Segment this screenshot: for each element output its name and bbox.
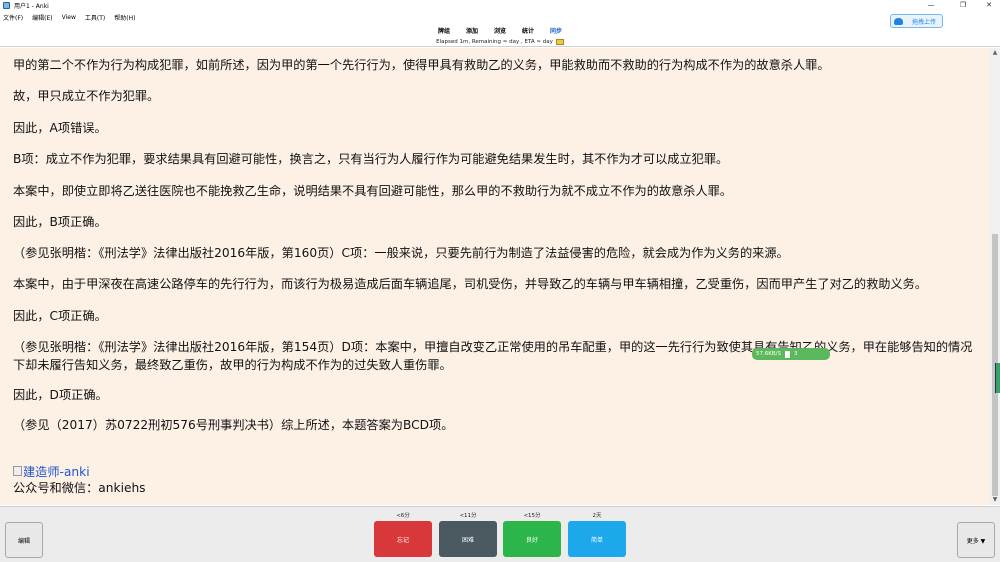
card-paragraph: B项：成立不作为犯罪，要求结果具有回避可能性，换言之，只有当行为人履行作为可能避… — [13, 152, 729, 166]
toolbar-sync[interactable]: 同步 — [550, 26, 562, 35]
card-paragraph: （参见张明楷：《刑法学》法律出版社2016年版，第154页）D项：本案中，甲擅自… — [13, 340, 973, 372]
count-text: 3 — [793, 351, 798, 357]
card-content: 甲的第二个不作为行为构成犯罪，如前所述，因为甲的第一个先行行为，使得甲具有救助乙… — [0, 48, 990, 505]
menu-edit[interactable]: 编辑(E) — [32, 13, 52, 22]
menu-view[interactable]: View — [62, 14, 76, 21]
speed-text: 57.6KB/S — [756, 351, 781, 357]
network-speed-overlay: 57.6KB/S 3 — [752, 348, 830, 360]
broken-image: 建造师-anki — [13, 462, 90, 480]
document-icon — [784, 350, 790, 358]
ease-easy: 2天 简单 — [568, 511, 626, 557]
more-button[interactable]: 更多 ▼ — [957, 522, 995, 558]
card-paragraph: （参见张明楷：《刑法学》法律出版社2016年版，第160页）C项：一般来说，只要… — [13, 246, 789, 260]
ease-interval: <15分 — [523, 513, 541, 519]
card-paragraph: 故，甲只成立不作为犯罪。 — [13, 89, 160, 103]
close-button[interactable]: ✕ — [978, 0, 1000, 11]
again-button[interactable]: 忘记 — [374, 521, 432, 557]
maximize-button[interactable]: ❐ — [952, 0, 974, 11]
menu-help[interactable]: 帮助(H) — [114, 13, 135, 22]
scroll-down-icon[interactable]: ▼ — [990, 495, 1000, 505]
menu-file[interactable]: 文件(F) — [3, 13, 23, 22]
ease-good: <15分 良好 — [503, 511, 561, 557]
toolbar-decks[interactable]: 牌组 — [438, 26, 450, 35]
image-alt-text: 建造师-anki — [23, 465, 90, 479]
toolbar-browse[interactable]: 浏览 — [494, 26, 506, 35]
edit-pencil-icon[interactable] — [555, 38, 564, 45]
answer-bar: 编辑 <6分 忘记 <11分 困难 <15分 良好 2天 简单 更多 ▼ — [0, 506, 1000, 562]
scroll-up-icon[interactable]: ▲ — [990, 48, 1000, 58]
ease-again: <6分 忘记 — [374, 511, 432, 557]
hard-button[interactable]: 困难 — [439, 521, 497, 557]
elapsed-eta-text: Elapsed 1m, Remaining ≈ day , ETA ≈ day — [436, 38, 553, 45]
easy-button[interactable]: 简单 — [568, 521, 626, 557]
card-footer: 公众号和微信：ankiehs — [13, 481, 146, 495]
review-status-line: Elapsed 1m, Remaining ≈ day , ETA ≈ day — [0, 37, 1000, 47]
card-paragraph: （参见（2017）苏0722刑初576号刑事判决书）综上所述，本题答案为BCD项… — [13, 418, 454, 432]
vertical-scrollbar[interactable]: ▲ ▼ — [990, 48, 1000, 505]
toolbar-add[interactable]: 添加 — [466, 26, 478, 35]
ease-interval: 2天 — [592, 513, 602, 519]
menu-tools[interactable]: 工具(T) — [85, 13, 105, 22]
good-button[interactable]: 良好 — [503, 521, 561, 557]
broken-image-icon — [13, 466, 22, 476]
anki-app-icon — [3, 2, 10, 9]
title-bar: 用户1 - Anki — ❐ ✕ — [0, 0, 1000, 11]
ease-interval: <6分 — [396, 513, 410, 519]
ease-hard: <11分 困难 — [439, 511, 497, 557]
ease-interval: <11分 — [459, 513, 477, 519]
window-title: 用户1 - Anki — [14, 3, 49, 10]
edit-button[interactable]: 编辑 — [5, 522, 43, 558]
card-paragraph: 本案中，由于甲深夜在高速公路停车的先行行为，而该行为极易造成后面车辆追尾，司机受… — [13, 277, 928, 291]
card-paragraph: 因此，D项正确。 — [13, 388, 108, 402]
card-paragraph: 因此，B项正确。 — [13, 215, 107, 229]
main-toolbar: 牌组 添加 浏览 统计 同步 — [0, 24, 1000, 36]
card-paragraph: 因此，C项正确。 — [13, 309, 107, 323]
edge-widget[interactable] — [995, 363, 1000, 393]
minimize-button[interactable]: — — [920, 0, 942, 11]
card-paragraph: 因此，A项错误。 — [13, 121, 107, 135]
card-paragraph: 本案中，即使立即将乙送往医院也不能挽救乙生命，说明结果不具有回避可能性，那么甲的… — [13, 184, 733, 198]
menu-bar: 文件(F) 编辑(E) View 工具(T) 帮助(H) — [0, 12, 1000, 23]
toolbar-stats[interactable]: 统计 — [522, 26, 534, 35]
card-paragraph: 甲的第二个不作为行为构成犯罪，如前所述，因为甲的第一个先行行为，使得甲具有救助乙… — [13, 58, 830, 72]
